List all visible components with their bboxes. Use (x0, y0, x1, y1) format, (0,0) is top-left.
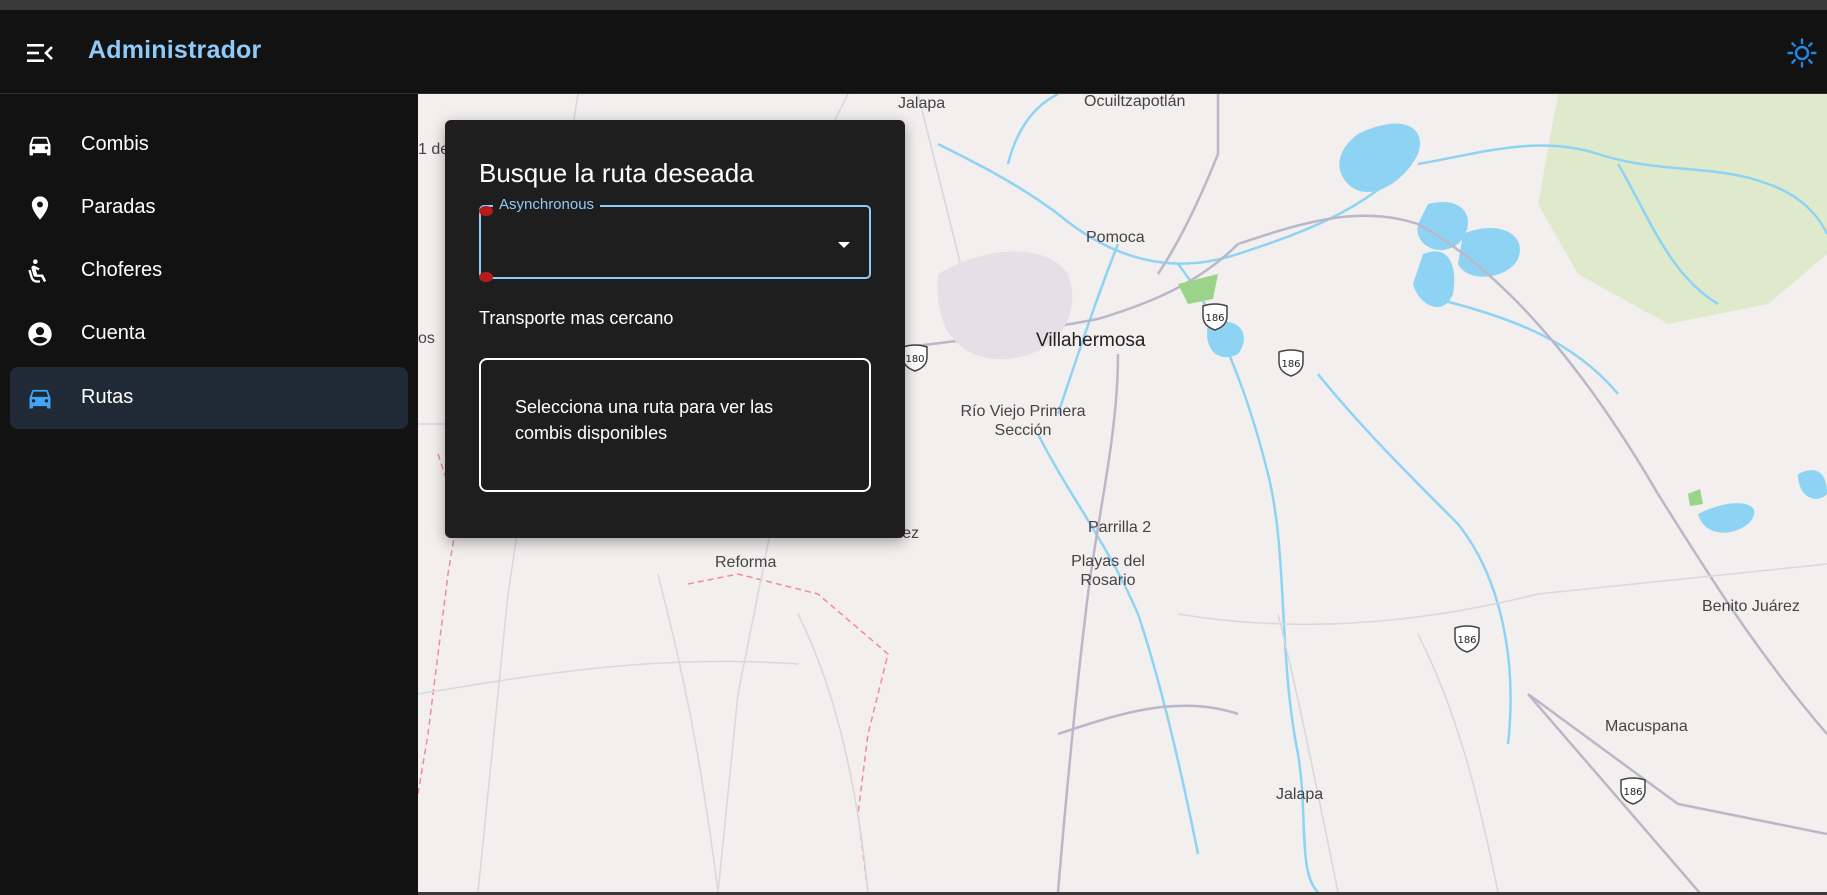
window-top-strip (0, 0, 1827, 10)
nearest-transport-heading: Transporte mas cercano (479, 308, 674, 328)
map-label: Jalapa (1276, 786, 1324, 803)
car-icon (26, 384, 54, 412)
sidebar: Combis Paradas Choferes Cuenta Rutas (0, 94, 418, 895)
sidebar-item-label: Choferes (81, 259, 163, 281)
sun-icon[interactable] (1787, 38, 1817, 68)
car-icon (26, 131, 54, 159)
error-marker-icon (478, 204, 494, 216)
svg-text:186: 186 (1457, 635, 1476, 646)
svg-text:180: 180 (905, 354, 924, 365)
highway-shield-icon: 186 (1618, 776, 1648, 806)
error-marker-icon (478, 270, 494, 282)
map-label: Ocuiltzapotlán (1084, 94, 1186, 110)
map-label: Benito Juárez (1702, 598, 1800, 615)
highway-shield-icon: 186 (1276, 348, 1306, 378)
highway-shield-icon: 186 (1452, 624, 1482, 654)
map-label: os (418, 330, 435, 347)
map-label: Playas del Rosario (1071, 553, 1145, 589)
svg-text:186: 186 (1281, 359, 1300, 370)
panel-title: Busque la ruta deseada (479, 158, 754, 188)
sidebar-item-rutas[interactable]: Rutas (10, 367, 408, 429)
route-select-label: Asynchronous (493, 196, 601, 213)
map-label: Macuspana (1605, 718, 1688, 735)
map-label: Pomoca (1086, 229, 1145, 246)
sidebar-item-paradas[interactable]: Paradas (10, 177, 408, 239)
nearest-transport-card: Selecciona una ruta para ver las combis … (479, 358, 871, 492)
map-label: Villahermosa (1036, 330, 1146, 351)
map-label: Río Viejo Primera Sección (960, 403, 1086, 439)
map-label: Parrilla 2 (1088, 519, 1152, 536)
sidebar-item-label: Rutas (81, 386, 134, 408)
highway-shield-icon: 186 (1200, 302, 1230, 332)
svg-text:186: 186 (1623, 787, 1642, 798)
seated-person-icon (26, 257, 54, 285)
chevron-down-icon[interactable] (837, 237, 851, 248)
map-label: Jalapa (898, 95, 946, 112)
location-pin-icon (26, 194, 54, 222)
app-title: Administrador (88, 36, 262, 64)
svg-text:186: 186 (1205, 313, 1224, 324)
route-select[interactable]: Asynchronous (479, 196, 871, 279)
app-bar: Administrador (0, 10, 1827, 94)
map-label: Reforma (715, 554, 777, 571)
sidebar-item-label: Combis (81, 133, 149, 155)
sidebar-item-cuenta[interactable]: Cuenta (10, 303, 408, 365)
sidebar-item-combis[interactable]: Combis (10, 114, 408, 176)
menu-open-icon[interactable] (27, 42, 53, 64)
sidebar-item-label: Paradas (81, 196, 156, 218)
info-message: Selecciona una ruta para ver las combis … (515, 397, 774, 443)
sidebar-item-choferes[interactable]: Choferes (10, 240, 408, 302)
sidebar-item-label: Cuenta (81, 322, 146, 344)
route-search-panel: Busque la ruta deseada Asynchronous Tran… (445, 120, 905, 538)
account-circle-icon (26, 320, 54, 348)
